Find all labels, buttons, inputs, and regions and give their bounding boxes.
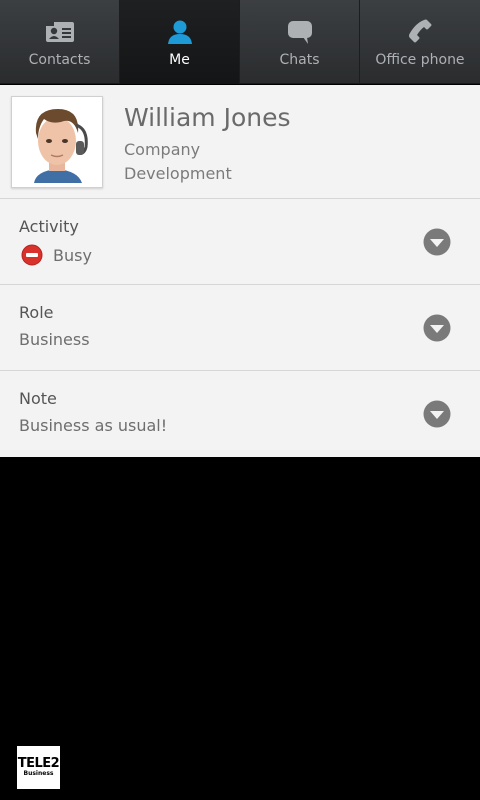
chevron-down-icon[interactable]: [423, 314, 451, 342]
tab-label: Contacts: [28, 52, 91, 68]
note-title: Note: [19, 389, 57, 408]
profile-panel: William Jones Company Development Activi…: [0, 85, 480, 457]
profile-header: William Jones Company Development: [0, 85, 480, 199]
tab-contacts[interactable]: Contacts: [0, 0, 120, 84]
chevron-down-icon[interactable]: [423, 400, 451, 428]
tab-label: Office phone: [375, 52, 465, 68]
logo-line2: Business: [23, 770, 54, 777]
busy-status-icon: [21, 244, 43, 266]
person-icon: [162, 17, 198, 47]
tab-label: Chats: [279, 52, 320, 68]
note-row[interactable]: Note Business as usual!: [0, 371, 480, 456]
tab-me[interactable]: Me: [120, 0, 240, 84]
activity-row[interactable]: Activity Busy: [0, 199, 480, 285]
profile-name: William Jones: [124, 103, 291, 132]
role-title: Role: [19, 303, 54, 322]
note-value: Business as usual!: [19, 416, 168, 435]
phone-handset-icon: [402, 17, 438, 47]
tab-office-phone[interactable]: Office phone: [360, 0, 480, 84]
profile-department: Development: [124, 164, 232, 183]
role-value: Business: [19, 330, 90, 349]
activity-title: Activity: [19, 217, 79, 236]
activity-value: Busy: [21, 244, 92, 266]
tab-label: Me: [169, 52, 190, 68]
tele2-business-logo: TELE2 Business: [17, 746, 60, 789]
profile-company: Company: [124, 140, 201, 159]
avatar[interactable]: [11, 96, 103, 188]
chat-bubble-icon: [282, 17, 318, 47]
contacts-card-icon: [42, 17, 78, 47]
tab-bar: Contacts Me Chats Office phone: [0, 0, 480, 84]
logo-line1: TELE2: [17, 756, 60, 771]
activity-status-label: Busy: [53, 245, 92, 265]
tab-chats[interactable]: Chats: [240, 0, 360, 84]
role-row[interactable]: Role Business: [0, 285, 480, 371]
chevron-down-icon[interactable]: [423, 228, 451, 256]
